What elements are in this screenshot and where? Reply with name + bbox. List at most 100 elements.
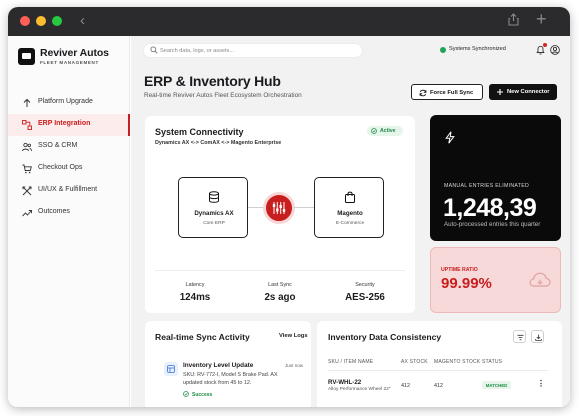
sidebar-item-label: Outcomes — [38, 208, 70, 215]
close-window-button[interactable] — [20, 16, 30, 26]
check-circle-icon — [183, 391, 189, 397]
new-connector-button[interactable]: New Connector — [489, 84, 557, 100]
inventory-consistency-card: Inventory Data Consistency SKU / ITEM NA… — [317, 321, 562, 407]
sync-activity-card: Real-time Sync Activity View Logs Invent… — [145, 321, 311, 407]
stat-value: AES-256 — [345, 292, 385, 303]
page-subtitle: Real-time Reviver Autos Fleet Ecosystem … — [144, 92, 302, 99]
sidebar-item-checkout-ops[interactable]: Checkout Ops — [8, 158, 130, 180]
brand-subtitle: FLEET MANAGEMENT — [40, 60, 99, 65]
node-dynamics-ax[interactable]: Dynamics AX Core ERP — [178, 177, 248, 238]
event-title: Inventory Level Update — [183, 362, 254, 369]
arrow-up-icon — [23, 98, 31, 107]
search-input[interactable]: Search data, logs, or assets... — [143, 43, 363, 58]
notification-badge — [543, 43, 547, 47]
view-logs-link[interactable]: View Logs — [279, 333, 308, 339]
node-subtitle: Core ERP — [203, 221, 225, 226]
status-badge-label: MATCHED — [485, 382, 508, 388]
uptime-value: 99.99% — [441, 275, 492, 292]
filter-button[interactable] — [513, 330, 526, 343]
download-icon — [534, 334, 542, 341]
database-icon — [209, 191, 219, 203]
crossed-arrows-icon — [22, 186, 32, 196]
trend-icon — [22, 210, 32, 217]
row-sku: RV-WHL-22 — [328, 379, 362, 386]
stat-value: 2s ago — [264, 292, 296, 303]
row-magento-stock: 412 — [434, 383, 443, 389]
lightning-icon — [445, 131, 455, 144]
more-options-icon[interactable]: ⋮ — [537, 380, 545, 388]
users-icon — [22, 142, 32, 152]
stat-label: Last Sync — [268, 282, 292, 288]
status-text: Systems Synchronized — [449, 46, 506, 52]
node-title: Dynamics AX — [194, 210, 234, 217]
stat-last-sync: Last Sync 2s ago — [240, 282, 320, 303]
card-title: Inventory Data Consistency — [328, 332, 442, 342]
node-magento[interactable]: Magento E-Commerce — [314, 177, 384, 238]
workflow-icon — [22, 120, 32, 130]
sync-hub[interactable] — [263, 192, 295, 224]
sidebar-item-label: ERP Integration — [38, 120, 91, 127]
stat-label: Security — [355, 282, 375, 288]
force-full-sync-button[interactable]: Force Full Sync — [411, 84, 483, 100]
metric-description: Auto-processed entries this quarter — [444, 221, 541, 228]
minimize-window-button[interactable] — [36, 16, 46, 26]
row-ax-stock: 412 — [401, 383, 410, 389]
sidebar: Reviver Autos FLEET MANAGEMENT Platform … — [8, 36, 130, 407]
manual-entries-metric-card: MANUAL ENTRIES ELIMINATED 1,248,39 Auto-… — [430, 115, 561, 241]
uptime-label: UPTIME RATIO — [441, 267, 478, 273]
sidebar-item-ui-ux-fulfillment[interactable]: UI/UX & Fulfillment — [8, 180, 130, 202]
sidebar-item-label: Platform Upgrade — [38, 98, 93, 105]
card-title: Real-time Sync Activity — [155, 332, 250, 342]
column-header: MAGENTO STOCK — [434, 359, 481, 365]
card-title: System Connectivity — [155, 127, 244, 137]
search-icon — [150, 46, 158, 54]
new-connector-label: New Connector — [507, 88, 550, 95]
event-description: SKU: RV-772-I, Model S Brake Pad. AX upd… — [183, 372, 278, 386]
status-badge: Active — [367, 126, 403, 136]
back-icon[interactable]: ‹ — [80, 12, 85, 29]
sidebar-item-erp-integration[interactable]: ERP Integration — [8, 114, 130, 136]
stat-latency: Latency 124ms — [155, 282, 235, 303]
column-header: AX STOCK — [401, 359, 428, 365]
row-item-name: Alloy Performance Wheel 22" — [328, 387, 391, 392]
sync-hub-icon — [272, 202, 286, 214]
shopping-bag-icon — [345, 191, 355, 203]
user-icon[interactable] — [550, 45, 560, 55]
stat-label: Latency — [185, 282, 205, 288]
cloud-icon — [529, 272, 551, 287]
new-tab-icon[interactable]: + — [536, 10, 547, 28]
check-circle-icon — [371, 128, 377, 134]
cart-icon — [22, 164, 32, 174]
logo-icon — [18, 48, 35, 65]
sidebar-item-outcomes[interactable]: Outcomes — [8, 202, 130, 224]
node-subtitle: E-Commerce — [335, 221, 365, 226]
divider — [155, 270, 405, 271]
sidebar-item-sso-crm[interactable]: SSO & CRM — [8, 136, 130, 158]
sidebar-item-platform-upgrade[interactable]: Platform Upgrade — [8, 92, 130, 114]
plus-icon — [497, 89, 503, 95]
filter-icon — [517, 334, 523, 340]
brand-name: Reviver Autos — [40, 47, 109, 59]
app-window: ‹ + Reviver Autos FLEET MANAGEMENT Platf… — [8, 7, 570, 407]
status-badge: MATCHED — [482, 381, 511, 389]
uptime-ratio-card: UPTIME RATIO 99.99% — [430, 247, 561, 313]
stat-value: 124ms — [179, 292, 211, 303]
search-placeholder: Search data, logs, or assets... — [160, 47, 234, 54]
metric-value: 1,248,39 — [443, 194, 537, 222]
metric-label: MANUAL ENTRIES ELIMINATED — [444, 183, 530, 189]
connection-line — [294, 207, 314, 208]
system-connectivity-card: System Connectivity Dynamics AX <-> ComA… — [145, 116, 415, 313]
sidebar-item-label: UI/UX & Fulfillment — [38, 186, 98, 193]
refresh-icon — [419, 89, 427, 97]
main-panel: Search data, logs, or assets... Systems … — [131, 36, 570, 407]
page-title: ERP & Inventory Hub — [144, 73, 281, 89]
event-time: Just now — [285, 363, 304, 368]
event-status: Success — [192, 391, 213, 398]
download-button[interactable] — [531, 330, 544, 343]
force-full-sync-label: Force Full Sync — [430, 89, 474, 96]
share-icon[interactable] — [508, 13, 519, 31]
column-header: SKU / ITEM NAME — [328, 359, 374, 365]
zoom-window-button[interactable] — [52, 16, 62, 26]
node-title: Magento — [337, 210, 363, 217]
app-content: Reviver Autos FLEET MANAGEMENT Platform … — [8, 36, 570, 407]
